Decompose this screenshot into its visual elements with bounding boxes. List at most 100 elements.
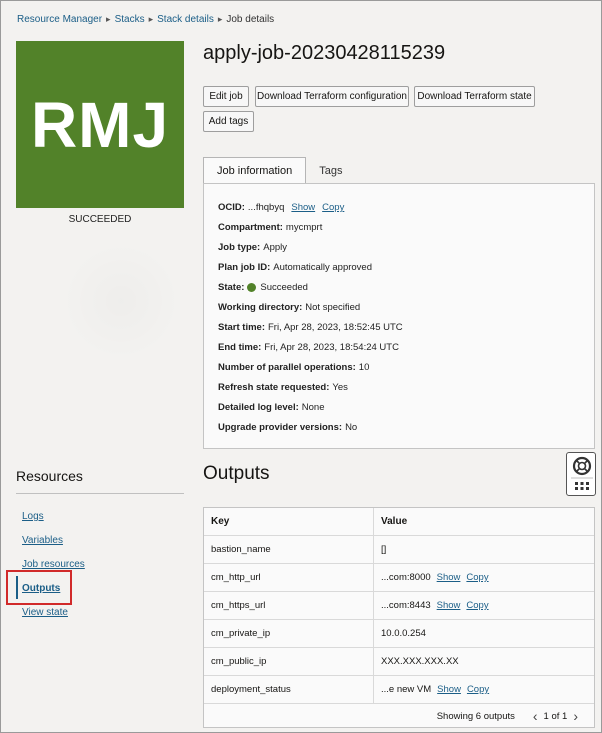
pagination: ‹ 1 of 1 › — [527, 708, 584, 724]
page-frame: Resource Manager ▸ Stacks ▸ Stack detail… — [0, 0, 602, 733]
ocid-copy-link[interactable]: Copy — [322, 202, 344, 213]
logo-text: RMJ — [30, 88, 170, 161]
ocid-value: ...fhqbyq — [247, 202, 285, 213]
resources-divider — [16, 493, 184, 494]
breadcrumb-stack-details[interactable]: Stack details — [157, 14, 214, 25]
compartment-value: mycmprt — [285, 222, 323, 233]
working-directory-value: Not specified — [305, 302, 361, 313]
outputs-title: Outputs — [203, 463, 270, 484]
refresh-state-row: Refresh state requested: Yes — [218, 382, 348, 393]
log-level-label: Detailed log level: — [218, 402, 299, 413]
state-label: State: — [218, 282, 245, 293]
detail-tabs: Job information Tags — [203, 157, 355, 184]
download-terraform-state-button[interactable]: Download Terraform state — [414, 86, 535, 107]
outputs-table: Key Value bastion_name [] cm_http_url ..… — [203, 507, 595, 728]
output-value: [] — [381, 544, 387, 555]
table-row: deployment_status ...e new VM Show Copy — [204, 676, 594, 704]
compartment-row: Compartment: mycmprt — [218, 222, 322, 233]
state-value: Succeeded — [260, 282, 308, 293]
end-time-row: End time: Fri, Apr 28, 2023, 18:54:24 UT… — [218, 342, 399, 353]
ocid-row: OCID: ...fhqbyq Show Copy — [218, 202, 344, 213]
copy-link[interactable]: Copy — [467, 684, 489, 695]
output-value: XXX.XXX.XXX.XX — [381, 656, 459, 667]
table-row: cm_private_ip 10.0.0.254 — [204, 620, 594, 648]
plan-job-value: Automatically approved — [273, 262, 372, 273]
sidebar-item-job-resources[interactable]: Job resources — [22, 559, 85, 570]
start-time-label: Start time: — [218, 322, 265, 333]
output-value-cell: ...com:8443 Show Copy — [374, 600, 489, 611]
output-key: cm_http_url — [204, 564, 374, 591]
show-link[interactable]: Show — [437, 684, 461, 695]
breadcrumb-resource-manager[interactable]: Resource Manager — [17, 14, 102, 25]
output-value: 10.0.0.254 — [381, 628, 426, 639]
end-time-label: End time: — [218, 342, 262, 353]
job-logo: RMJ — [16, 41, 184, 208]
upgrade-provider-row: Upgrade provider versions: No — [218, 422, 357, 433]
job-type-value: Apply — [263, 242, 287, 253]
copy-link[interactable]: Copy — [466, 600, 488, 611]
job-type-label: Job type: — [218, 242, 261, 253]
refresh-state-value: Yes — [332, 382, 348, 393]
chevron-left-icon[interactable]: ‹ — [533, 708, 538, 724]
edit-job-button[interactable]: Edit job — [203, 86, 249, 107]
column-header-key: Key — [204, 508, 374, 535]
end-time-value: Fri, Apr 28, 2023, 18:54:24 UTC — [264, 342, 399, 353]
tab-tags[interactable]: Tags — [306, 157, 355, 184]
working-directory-label: Working directory: — [218, 302, 303, 313]
page-title: apply-job-20230428115239 — [203, 42, 446, 64]
output-value-cell: ...e new VM Show Copy — [374, 684, 489, 695]
output-key: deployment_status — [204, 676, 374, 703]
working-directory-row: Working directory: Not specified — [218, 302, 360, 313]
ocid-label: OCID: — [218, 202, 245, 213]
table-row: cm_https_url ...com:8443 Show Copy — [204, 592, 594, 620]
page-indicator: 1 of 1 — [543, 710, 568, 722]
table-row: cm_public_ip XXX.XXX.XXX.XX — [204, 648, 594, 676]
refresh-state-label: Refresh state requested: — [218, 382, 330, 393]
sidebar-item-variables[interactable]: Variables — [22, 535, 63, 546]
output-key: cm_https_url — [204, 592, 374, 619]
sidebar-item-logs[interactable]: Logs — [22, 511, 44, 522]
job-type-row: Job type: Apply — [218, 242, 287, 253]
copy-link[interactable]: Copy — [466, 572, 488, 583]
breadcrumb-stacks[interactable]: Stacks — [115, 14, 145, 25]
output-value: ...com:8443 — [381, 600, 431, 611]
chevron-right-icon: ▸ — [217, 14, 223, 24]
job-information-panel: OCID: ...fhqbyq Show Copy Compartment: m… — [203, 183, 595, 449]
upgrade-provider-label: Upgrade provider versions: — [218, 422, 343, 433]
breadcrumb-current: Job details — [226, 14, 275, 25]
start-time-row: Start time: Fri, Apr 28, 2023, 18:52:45 … — [218, 322, 403, 333]
output-value: ...e new VM — [381, 684, 432, 695]
output-key: cm_private_ip — [204, 620, 374, 647]
parallel-operations-value: 10 — [358, 362, 370, 373]
log-level-row: Detailed log level: None — [218, 402, 325, 413]
state-row: State: Succeeded — [218, 282, 308, 293]
lifebuoy-icon[interactable] — [567, 453, 597, 497]
table-row: cm_http_url ...com:8000 Show Copy — [204, 564, 594, 592]
parallel-operations-row: Number of parallel operations: 10 — [218, 362, 369, 373]
log-level-value: None — [301, 402, 325, 413]
parallel-operations-label: Number of parallel operations: — [218, 362, 356, 373]
table-header: Key Value — [204, 508, 594, 536]
tab-job-information[interactable]: Job information — [203, 157, 307, 184]
status-dot-icon — [247, 283, 257, 292]
show-link[interactable]: Show — [437, 600, 461, 611]
show-link[interactable]: Show — [437, 572, 461, 583]
chevron-right-icon[interactable]: › — [573, 708, 578, 724]
sidebar-item-view-state[interactable]: View state — [22, 607, 68, 618]
column-header-value: Value — [381, 516, 408, 527]
output-value-cell: ...com:8000 Show Copy — [374, 572, 489, 583]
output-value: ...com:8000 — [381, 572, 431, 583]
breadcrumb: Resource Manager ▸ Stacks ▸ Stack detail… — [17, 14, 274, 25]
download-terraform-configuration-button[interactable]: Download Terraform configuration — [255, 86, 409, 107]
add-tags-button[interactable]: Add tags — [203, 111, 254, 132]
highlight-box — [6, 570, 72, 605]
grid-icon — [575, 482, 589, 490]
help-widget[interactable] — [566, 452, 596, 496]
upgrade-provider-value: No — [345, 422, 358, 433]
ocid-show-link[interactable]: Show — [291, 202, 315, 213]
showing-count: Showing 6 outputs — [436, 710, 515, 722]
table-footer: Showing 6 outputs ‹ 1 of 1 › — [204, 705, 594, 727]
output-key: bastion_name — [204, 536, 374, 563]
compartment-label: Compartment: — [218, 222, 283, 233]
table-row: bastion_name [] — [204, 536, 594, 564]
